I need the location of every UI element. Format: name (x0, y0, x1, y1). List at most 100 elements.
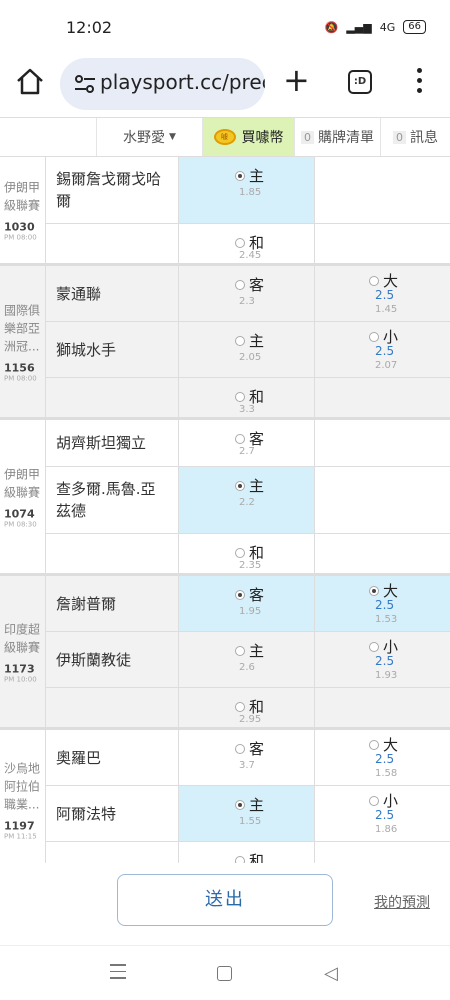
pick-option[interactable]: 客 2.3 (179, 266, 315, 321)
pick-option[interactable]: 和 (179, 842, 315, 863)
pick-odds: 1.85 (239, 187, 262, 198)
back-icon[interactable]: ◁ (324, 963, 338, 984)
over-under-option[interactable]: 小 2.5 1.93 (315, 632, 450, 687)
pick-option[interactable]: 主 1.55 (179, 786, 315, 841)
pick-odds: 3.3 (239, 404, 255, 415)
bet-row: 胡齊斯坦獨立客 2.7 (46, 420, 450, 467)
team-name: 查多爾.馬魯.亞茲德 (46, 467, 179, 533)
radio-icon[interactable] (369, 795, 379, 806)
system-home-icon[interactable] (217, 966, 232, 981)
radio-icon[interactable] (369, 331, 379, 342)
game-time: PM 08:30 (4, 520, 37, 528)
radio-icon[interactable] (235, 547, 245, 558)
pick-option[interactable]: 和 2.95 (179, 688, 315, 730)
radio-icon[interactable] (235, 433, 245, 444)
pick-option[interactable]: 客 2.7 (179, 420, 315, 466)
cart-button[interactable]: 0 購牌清單 (295, 118, 381, 156)
game-number: 1197 (4, 819, 35, 832)
messages-button[interactable]: 0 訊息 (381, 118, 450, 156)
radio-icon[interactable] (235, 855, 245, 863)
pick-option[interactable]: 客 3.7 (179, 730, 315, 785)
bet-row: 和 (46, 842, 450, 863)
pick-option[interactable]: 主 2.2 (179, 467, 315, 533)
radio-icon[interactable] (235, 589, 245, 600)
radio-icon[interactable] (235, 701, 245, 712)
radio-icon[interactable] (369, 641, 379, 652)
radio-icon[interactable] (369, 739, 379, 750)
team-name: 胡齊斯坦獨立 (46, 420, 179, 466)
pick-radio[interactable]: 主 (235, 330, 264, 351)
radio-icon[interactable] (235, 279, 245, 290)
empty-option (315, 842, 450, 863)
over-under-option[interactable]: 大 2.5 1.58 (315, 730, 450, 785)
game-number: 1156 (4, 361, 35, 374)
game-block: 沙烏地阿拉伯職業... 1197 PM 11:15 奧羅巴客 3.7 大 2.5 1.58 阿爾… (0, 730, 450, 863)
ou-line: 2.5 (375, 752, 395, 766)
radio-icon[interactable] (369, 275, 379, 286)
pick-option[interactable]: 和 2.35 (179, 534, 315, 576)
radio-icon[interactable] (235, 335, 245, 346)
pick-option[interactable]: 主 2.6 (179, 632, 315, 687)
pick-option[interactable]: 和 3.3 (179, 378, 315, 420)
team-name: 錫爾詹戈爾戈哈爾 (46, 157, 179, 223)
pick-radio[interactable]: 客 (235, 738, 264, 759)
mute-icon: 🔕 (324, 20, 339, 34)
pick-option[interactable]: 主 2.05 (179, 322, 315, 377)
radio-icon[interactable] (235, 391, 245, 402)
over-under-option[interactable]: 大 2.5 1.53 (315, 576, 450, 631)
pick-option[interactable]: 客 1.95 (179, 576, 315, 631)
address-bar[interactable]: playsport.cc/pred (60, 58, 265, 110)
ou-odds: 1.58 (375, 768, 398, 779)
team-name (46, 534, 179, 576)
radio-icon[interactable] (235, 170, 245, 181)
over-under-option[interactable]: 小 2.5 2.07 (315, 322, 450, 377)
radio-icon[interactable] (235, 645, 245, 656)
pick-odds: 2.45 (239, 250, 262, 261)
pick-radio[interactable]: 和 (235, 850, 264, 863)
radio-icon[interactable] (369, 585, 379, 596)
pick-radio[interactable]: 客 (235, 584, 264, 605)
top-nav: 水野愛 ▼ 噱 買噱幣 0 購牌清單 0 訊息 (0, 117, 450, 157)
pick-option[interactable]: 主 1.85 (179, 157, 315, 223)
ou-odds: 1.93 (375, 670, 398, 681)
pick-radio[interactable]: 主 (235, 794, 264, 815)
user-dropdown[interactable]: 水野愛 ▼ (97, 118, 203, 156)
home-icon[interactable] (14, 66, 46, 98)
pick-label: 客 (249, 586, 265, 604)
new-tab-button[interactable]: + (283, 64, 310, 96)
site-settings-icon[interactable] (74, 74, 96, 94)
pick-odds: 2.7 (239, 446, 255, 457)
my-prediction-link[interactable]: 我的預測 (374, 892, 430, 912)
over-under-option[interactable]: 大 2.5 1.45 (315, 266, 450, 321)
radio-icon[interactable] (235, 799, 245, 810)
status-time: 12:02 (66, 18, 113, 37)
coin-icon: 噱 (213, 129, 236, 145)
submit-button[interactable]: 送出 (117, 874, 333, 926)
pick-radio[interactable]: 主 (235, 640, 264, 661)
league-cell: 國際俱樂部亞洲冠... 1156 PM 08:00 (0, 266, 46, 417)
radio-icon[interactable] (235, 480, 245, 491)
more-menu-icon[interactable] (414, 66, 424, 96)
pick-radio[interactable]: 主 (235, 475, 264, 496)
team-name (46, 842, 179, 863)
game-list: 伊朗甲級聯賽 1030 PM 08:00 錫爾詹戈爾戈哈爾主 1.85 和 2.45 國際俱樂… (0, 157, 450, 863)
radio-icon[interactable] (235, 237, 245, 248)
pick-odds: 2.6 (239, 662, 255, 673)
radio-icon[interactable] (235, 743, 245, 754)
team-name: 阿爾法特 (46, 786, 179, 841)
bet-row: 和 2.35 (46, 534, 450, 576)
tab-switcher-button[interactable]: :D (348, 70, 372, 94)
over-under-option[interactable]: 小 2.5 1.86 (315, 786, 450, 841)
ou-line: 2.5 (375, 288, 395, 302)
url-text[interactable]: playsport.cc/pred (100, 70, 265, 94)
ou-odds: 1.53 (375, 614, 398, 625)
bet-row: 錫爾詹戈爾戈哈爾 主 1.85 (46, 157, 450, 224)
bet-row: 和 3.3 (46, 378, 450, 420)
pick-radio[interactable]: 客 (235, 274, 264, 295)
team-name (46, 378, 179, 420)
pick-radio[interactable]: 主 (235, 165, 264, 186)
bet-row: 阿爾法特主 1.55 小 2.5 1.86 (46, 786, 450, 842)
recent-apps-icon[interactable] (110, 964, 126, 984)
buy-coins-button[interactable]: 噱 買噱幣 (203, 118, 295, 156)
pick-option[interactable]: 和 2.45 (179, 224, 315, 266)
